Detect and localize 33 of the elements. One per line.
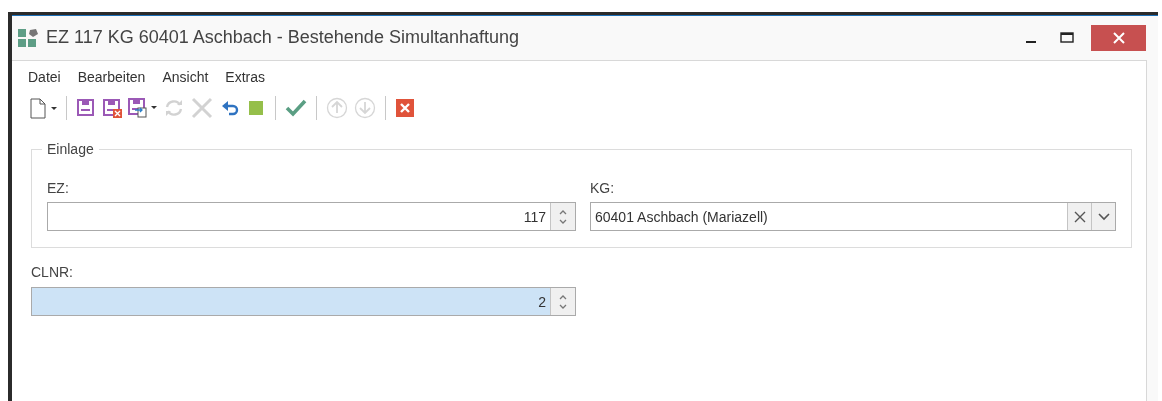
combo-field[interactable]: 60401 Aschbach (Mariazell) xyxy=(590,202,1116,231)
field-label: KG: xyxy=(590,180,616,196)
group-title: Einlage xyxy=(42,141,99,157)
close-icon xyxy=(1111,31,1126,44)
toolbar-button[interactable] xyxy=(127,95,159,121)
chevron-down-icon xyxy=(1097,212,1110,221)
refresh-icon xyxy=(163,98,185,118)
menu-item[interactable]: Datei xyxy=(28,69,61,85)
field-label: EZ: xyxy=(47,180,70,196)
menu-item[interactable]: Ansicht xyxy=(162,69,209,85)
close-icon xyxy=(394,98,416,118)
arrow-up-circle-icon xyxy=(325,97,349,119)
number-field[interactable]: 117 xyxy=(47,202,576,231)
checkmark-icon xyxy=(284,98,308,118)
close-button[interactable] xyxy=(1091,24,1146,51)
save-export-icon xyxy=(127,97,159,119)
new-document-icon xyxy=(28,97,58,119)
app-icon xyxy=(18,27,40,48)
toolbar-button[interactable] xyxy=(28,95,58,121)
number-field[interactable]: 2 xyxy=(31,287,576,316)
window-title: EZ 117 KG 60401 Aschbach - Bestehende Simultanhaftung xyxy=(46,27,519,48)
menu-item[interactable]: Bearbeiten xyxy=(77,69,146,85)
dropdown-button[interactable] xyxy=(1091,203,1115,230)
clear-icon xyxy=(1073,210,1086,223)
menu-item[interactable]: Extras xyxy=(225,69,265,85)
arrow-down-circle-icon xyxy=(353,97,377,119)
maximize-icon xyxy=(1060,31,1074,44)
minimize-icon xyxy=(1026,40,1036,43)
save-discard-icon xyxy=(101,98,123,118)
clear-button[interactable] xyxy=(1067,203,1091,230)
save-icon xyxy=(75,98,97,118)
cancel-icon xyxy=(189,97,215,119)
field-label: CLNR: xyxy=(31,264,74,280)
